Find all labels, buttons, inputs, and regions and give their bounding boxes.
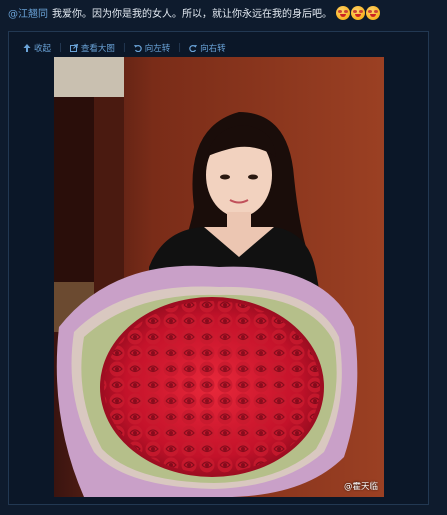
rotate-left-label: 向左转 — [144, 44, 171, 54]
arrow-up-icon — [23, 44, 31, 52]
toolbar-divider: | — [59, 43, 62, 53]
view-large-button[interactable]: 查看大图 — [69, 42, 115, 54]
emoji-icon — [351, 6, 366, 20]
view-large-label: 查看大图 — [80, 44, 115, 54]
post-body: 我爱你。因为你是我的女人。所以，就让你永远在我的身后吧。 — [52, 9, 332, 20]
toolbar-divider: | — [122, 43, 126, 53]
post-text-line: @江翘同 我爱你。因为你是我的女人。所以，就让你永远在我的身后吧。 — [8, 6, 441, 26]
media-card: 收起 | 查看大图 | 向左转 | 向右转 @霍天临 — [8, 31, 429, 505]
rotate-right-icon — [189, 44, 198, 52]
rotate-right-label: 向右转 — [200, 44, 226, 54]
rotate-left-icon — [133, 44, 142, 52]
photo-watermark: @霍天临 — [343, 482, 378, 492]
photo-illustration — [54, 57, 384, 497]
collapse-button[interactable]: 收起 — [23, 42, 51, 54]
media-toolbar: 收起 | 查看大图 | 向左转 | 向右转 — [23, 40, 226, 56]
collapse-label: 收起 — [34, 44, 52, 54]
rotate-right-button[interactable]: 向右转 — [189, 42, 226, 54]
external-link-icon — [69, 44, 78, 52]
emoji-icon — [336, 6, 351, 20]
mention-link[interactable]: @江翘同 — [8, 9, 48, 20]
emoji-icon — [366, 6, 381, 20]
toolbar-divider: | — [178, 43, 182, 53]
rotate-left-button[interactable]: 向左转 — [133, 42, 171, 54]
post-photo[interactable]: @霍天临 — [54, 57, 384, 497]
